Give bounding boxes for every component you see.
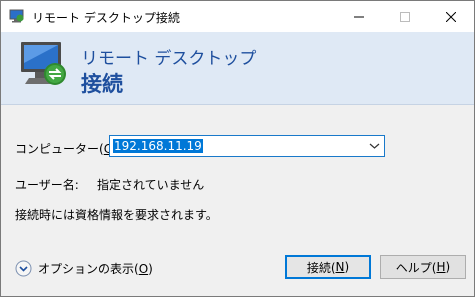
chevron-down-icon[interactable] bbox=[369, 141, 380, 151]
user-name-value: 指定されていません bbox=[97, 178, 205, 192]
expand-options-icon bbox=[15, 260, 32, 276]
connect-button[interactable]: 接続(N) bbox=[285, 255, 371, 279]
computer-combobox[interactable]: 192.168.11.19 bbox=[109, 135, 385, 157]
maximize-icon bbox=[400, 11, 410, 22]
remote-desktop-monitor-icon bbox=[21, 42, 66, 85]
close-button[interactable] bbox=[428, 1, 474, 32]
credentials-info-text: 接続時には資格情報を要求されます。 bbox=[15, 208, 218, 222]
show-options-label: オプションの表示(O) bbox=[38, 261, 153, 276]
help-button[interactable]: ヘルプ(H) bbox=[380, 255, 466, 279]
banner-subtitle: 接続 bbox=[81, 72, 123, 96]
rdp-window: リモート デスクトップ接続 リモート デスクトップ 接続 コンピューター(C):… bbox=[0, 0, 475, 297]
title-bar[interactable]: リモート デスクトップ接続 bbox=[1, 1, 474, 32]
close-icon bbox=[446, 11, 456, 22]
remote-desktop-icon bbox=[9, 9, 24, 23]
user-name-label: ユーザー名: bbox=[15, 178, 79, 192]
maximize-button[interactable] bbox=[382, 1, 428, 32]
show-options-button[interactable]: オプションの表示(O) bbox=[15, 259, 153, 277]
minimize-button[interactable] bbox=[336, 1, 382, 32]
computer-input-value[interactable]: 192.168.11.19 bbox=[113, 139, 203, 153]
computer-label: コンピューター(C): bbox=[15, 142, 121, 156]
banner-title: リモート デスクトップ bbox=[81, 49, 257, 69]
banner-divider bbox=[1, 104, 474, 105]
window-title: リモート デスクトップ接続 bbox=[32, 11, 180, 25]
minimize-icon bbox=[354, 16, 364, 17]
